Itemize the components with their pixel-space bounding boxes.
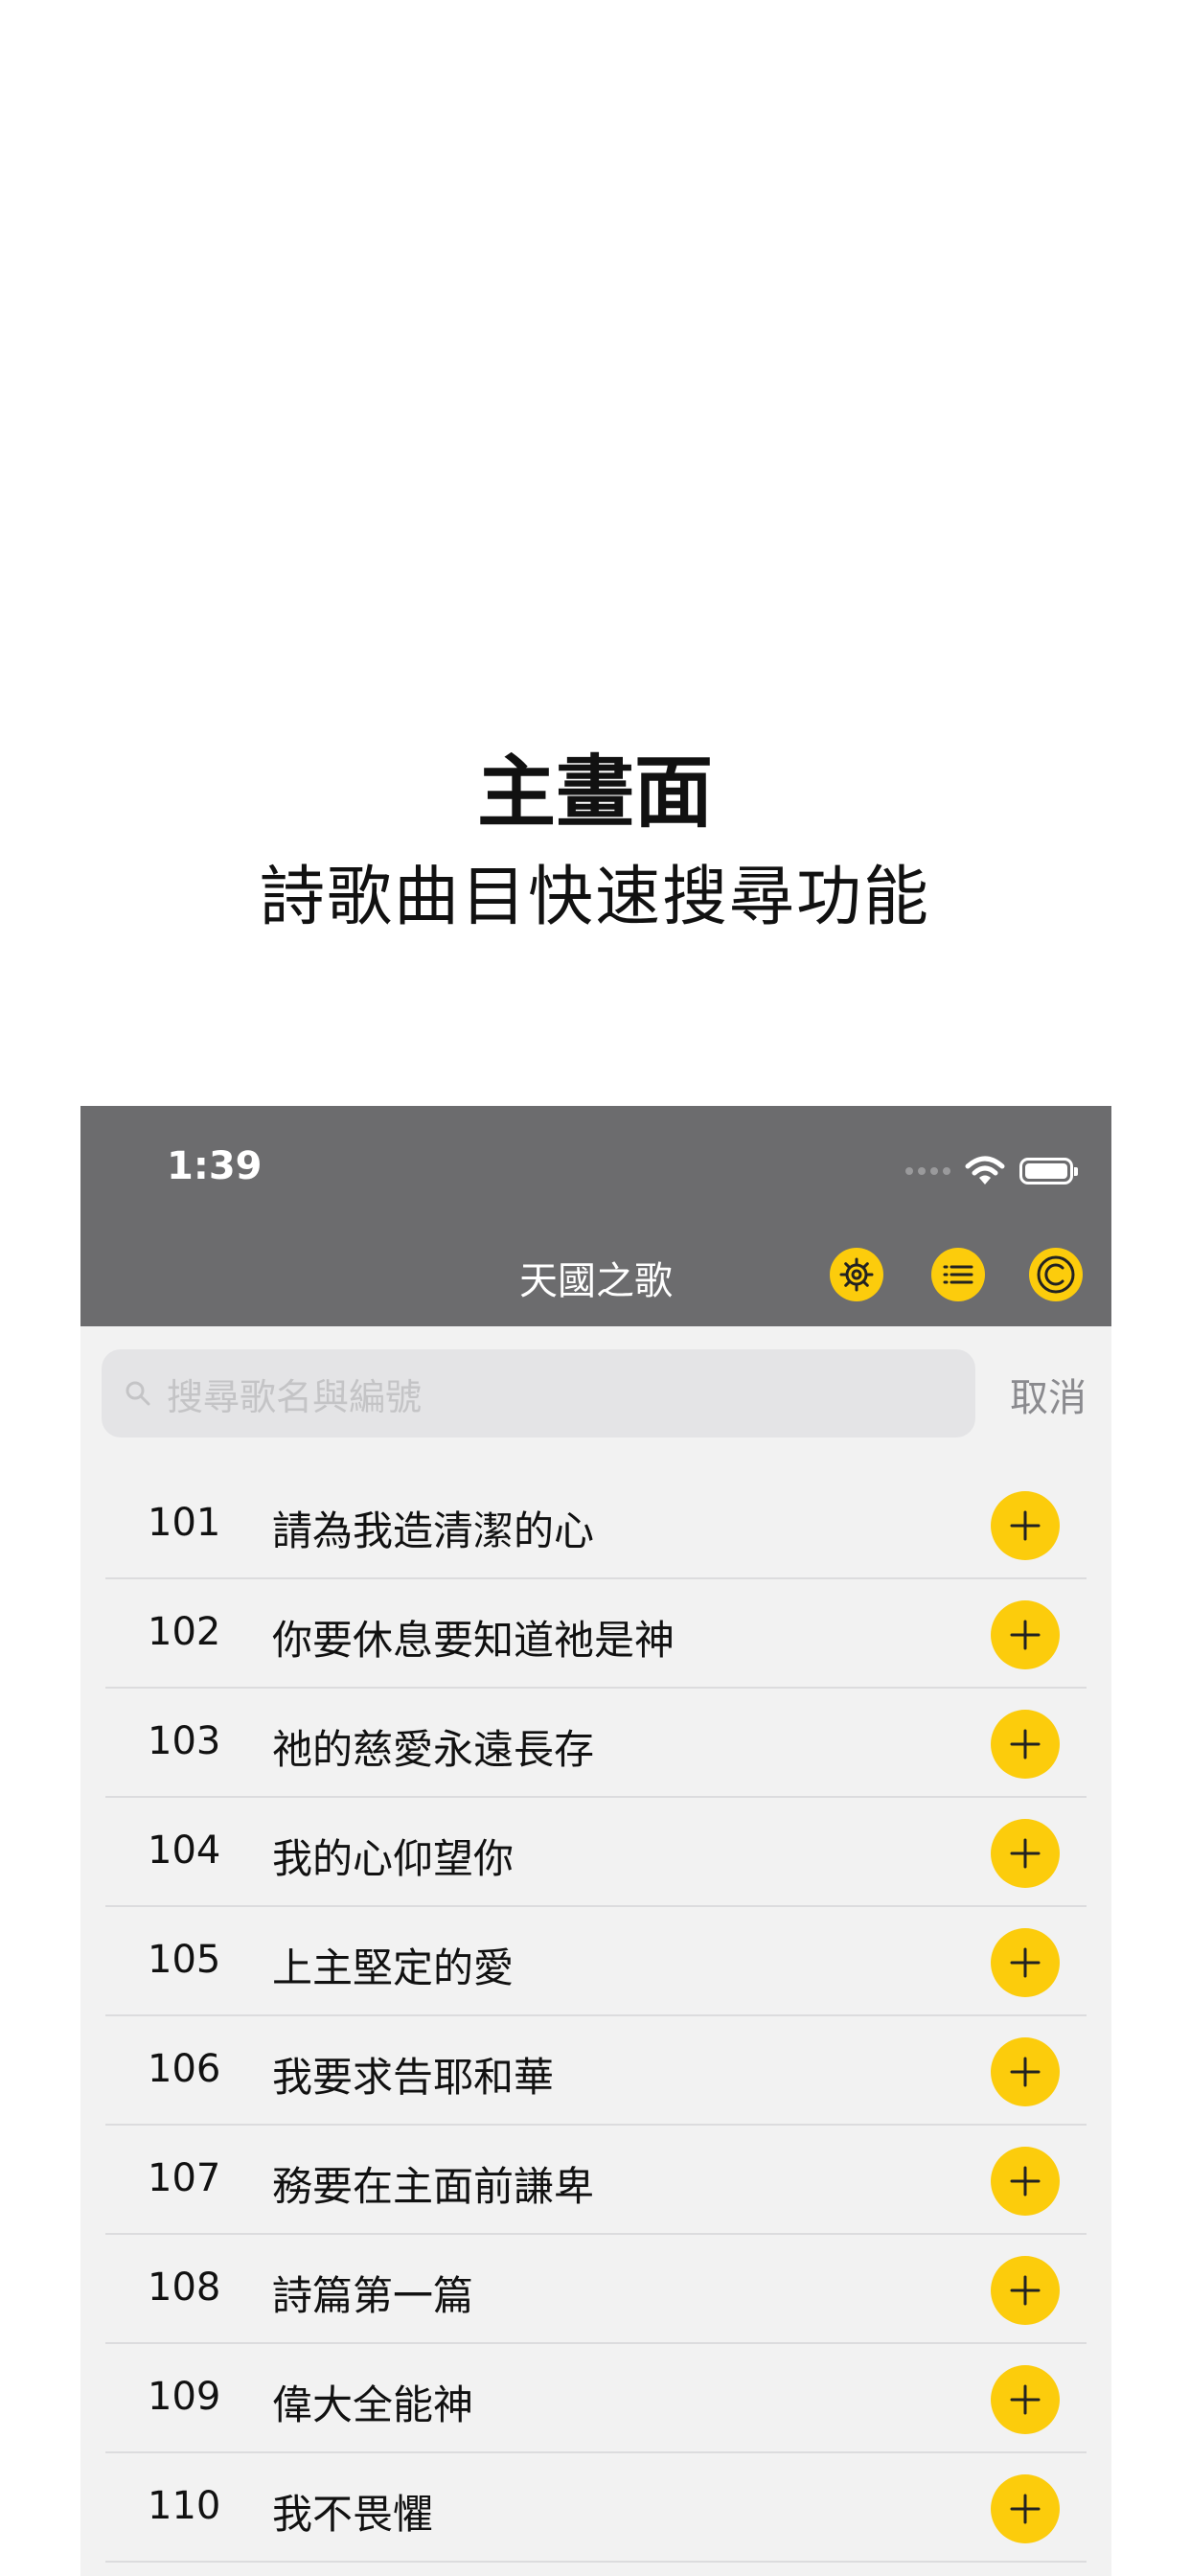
plus-icon [1010, 1620, 1041, 1650]
add-button[interactable] [991, 1600, 1060, 1669]
song-title: 我不畏懼 [272, 2491, 434, 2538]
add-button[interactable] [991, 2365, 1060, 2434]
song-title: 我要求告耶和華 [272, 2054, 555, 2101]
song-row[interactable]: 104 我的心仰望你 [80, 1798, 1111, 1907]
add-button[interactable] [991, 2256, 1060, 2325]
gear-icon [839, 1257, 874, 1292]
plus-icon [1010, 1510, 1041, 1541]
song-row[interactable]: 103 祂的慈愛永遠長存 [80, 1689, 1111, 1798]
list-icon [943, 1265, 973, 1284]
song-title: 你要休息要知道祂是神 [272, 1617, 675, 1664]
song-number: 109 [148, 2375, 221, 2419]
song-number: 103 [148, 1719, 221, 1763]
wifi-icon [965, 1156, 1005, 1184]
plus-icon [1010, 2384, 1041, 2415]
list-button[interactable] [931, 1248, 985, 1301]
song-row[interactable]: 107 務要在主面前謙卑 [80, 2126, 1111, 2235]
song-number: 110 [148, 2484, 221, 2528]
song-number: 101 [148, 1501, 221, 1545]
add-button[interactable] [991, 2474, 1060, 2543]
add-button[interactable] [991, 1710, 1060, 1779]
song-number: 106 [148, 2047, 221, 2091]
status-time: 1:39 [167, 1144, 263, 1188]
song-number: 105 [148, 1938, 221, 1982]
song-row[interactable]: 106 我要求告耶和華 [80, 2016, 1111, 2126]
plus-icon [1010, 2275, 1041, 2306]
song-title: 詩篇第一篇 [272, 2272, 474, 2319]
song-number: 107 [148, 2156, 221, 2200]
plus-icon [1010, 1729, 1041, 1760]
battery-icon [1019, 1158, 1078, 1184]
app-screen: 1:39 天國之歌 搜尋歌名與編號 取消 101 請為我造清潔的心 102 你要… [80, 1106, 1111, 2576]
add-button[interactable] [991, 2037, 1060, 2106]
plus-icon [1010, 1947, 1041, 1978]
song-number: 104 [148, 1828, 221, 1873]
song-title: 務要在主面前謙卑 [272, 2163, 595, 2210]
add-button[interactable] [991, 1491, 1060, 1560]
caption-title: 主畫面 [476, 748, 713, 839]
settings-button[interactable] [830, 1248, 883, 1301]
add-button[interactable] [991, 1928, 1060, 1997]
song-number: 102 [148, 1610, 221, 1654]
signal-dots-icon [905, 1167, 950, 1175]
plus-icon [1010, 2494, 1041, 2524]
song-row[interactable]: 108 詩篇第一篇 [80, 2235, 1111, 2344]
add-button[interactable] [991, 2147, 1060, 2216]
song-title: 請為我造清潔的心 [272, 1507, 595, 1554]
copyright-button[interactable] [1029, 1248, 1083, 1301]
song-title: 祂的慈愛永遠長存 [272, 1726, 595, 1773]
caption-subtitle: 詩歌曲目快速搜尋功能 [259, 860, 930, 935]
song-row[interactable]: 101 請為我造清潔的心 [80, 1470, 1111, 1579]
song-title: 上主堅定的愛 [272, 1944, 515, 1991]
song-row[interactable]: 105 上主堅定的愛 [80, 1907, 1111, 2016]
song-number: 108 [148, 2266, 221, 2310]
search-bar: 搜尋歌名與編號 取消 [80, 1349, 1111, 1439]
song-row[interactable]: 110 我不畏懼 [80, 2453, 1111, 2563]
copyright-icon [1037, 1255, 1075, 1294]
song-row[interactable]: 109 偉大全能神 [80, 2344, 1111, 2453]
status-icons [905, 1152, 1078, 1190]
song-list: 101 請為我造清潔的心 102 你要休息要知道祂是神 103 祂的慈愛永遠長存 [80, 1470, 1111, 2563]
add-button[interactable] [991, 1819, 1060, 1888]
cancel-button[interactable]: 取消 [1010, 1367, 1087, 1422]
navigation-bar: 1:39 天國之歌 [80, 1106, 1111, 1326]
song-title: 我的心仰望你 [272, 1835, 515, 1882]
plus-icon [1010, 2166, 1041, 2196]
search-input[interactable]: 搜尋歌名與編號 [102, 1349, 975, 1438]
plus-icon [1010, 1838, 1041, 1869]
plus-icon [1010, 2057, 1041, 2087]
song-title: 偉大全能神 [272, 2381, 474, 2428]
search-icon [119, 1374, 157, 1413]
song-row[interactable]: 102 你要休息要知道祂是神 [80, 1579, 1111, 1689]
search-placeholder: 搜尋歌名與編號 [167, 1375, 423, 1418]
